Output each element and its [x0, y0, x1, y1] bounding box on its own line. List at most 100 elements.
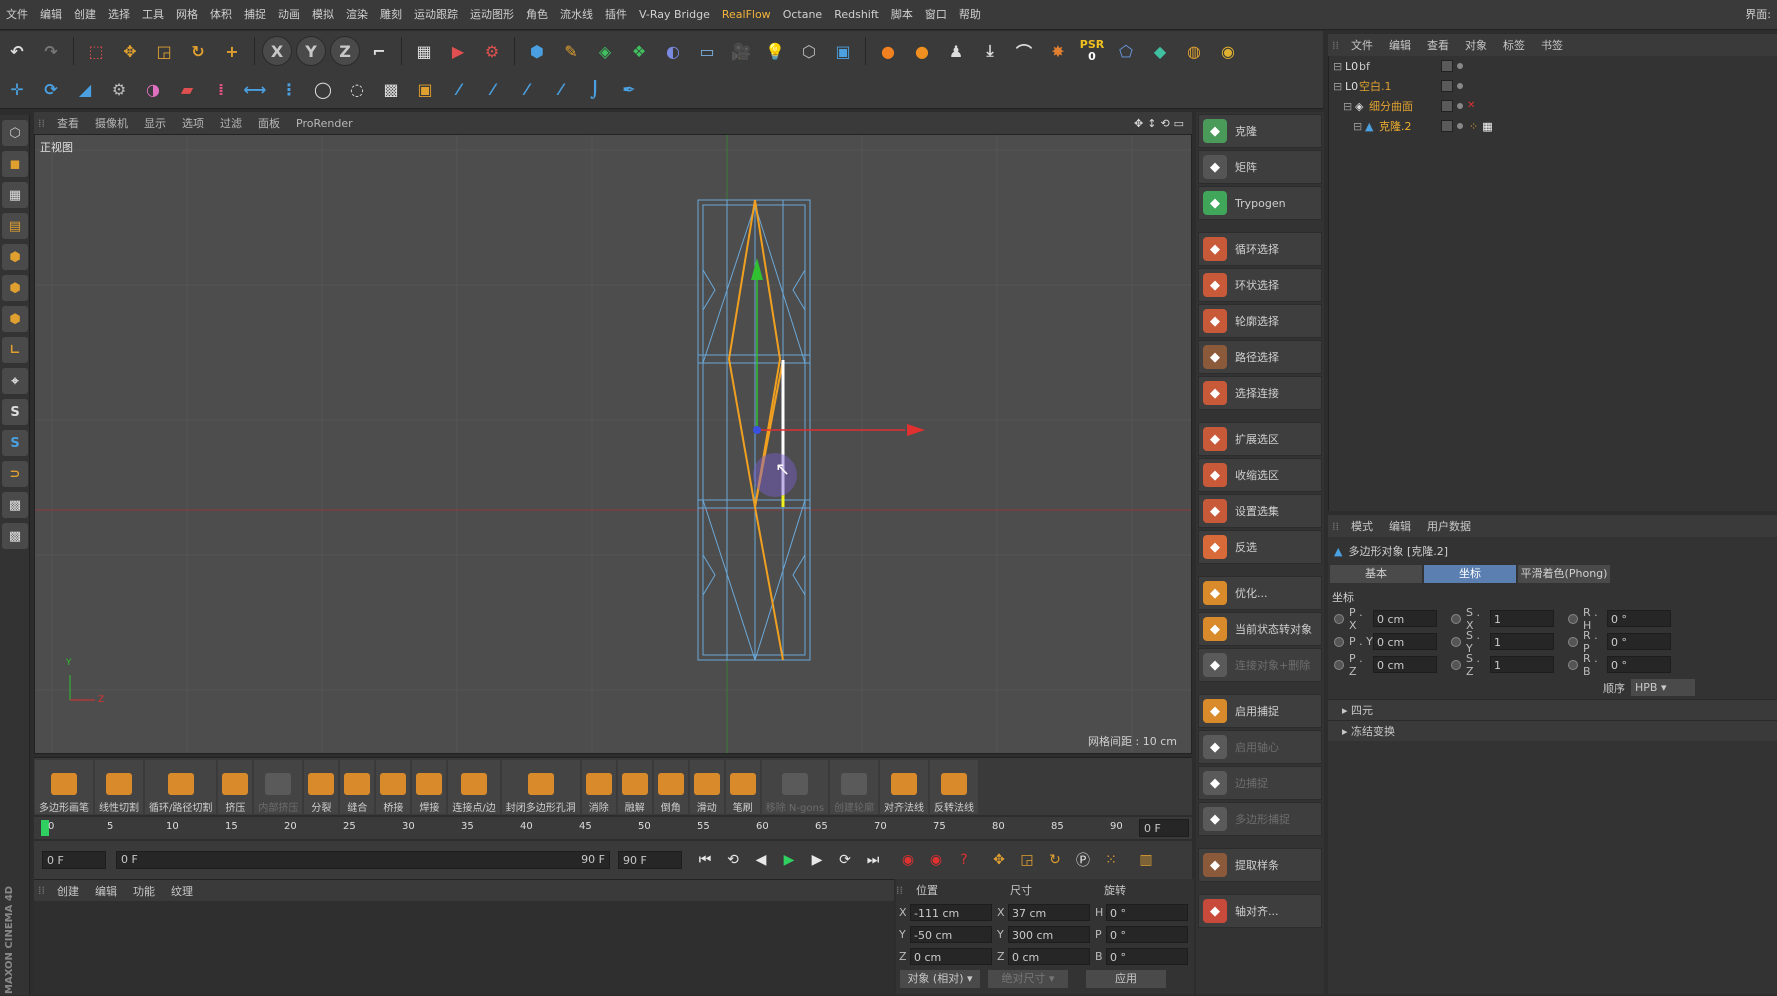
modeling-button[interactable]: 移除 N-gons — [761, 759, 829, 814]
rotate-view-icon[interactable]: ⟲ — [1160, 117, 1169, 130]
size-mode-dropdown[interactable]: 绝对尺寸 ▾ — [988, 970, 1068, 988]
animate-radio[interactable] — [1334, 659, 1344, 670]
current-frame-field[interactable]: 0 F — [1139, 819, 1189, 837]
modeling-button[interactable]: 内部挤压 — [254, 759, 303, 814]
modeling-button[interactable]: 循环/路径切割 — [145, 759, 217, 814]
bevel-object-icon[interactable]: ▰ — [172, 75, 202, 105]
move-icon[interactable]: ✥ — [115, 36, 145, 66]
psr-reset-button[interactable]: PSR 0 — [1077, 36, 1107, 66]
apply-button[interactable]: 应用 — [1086, 970, 1166, 988]
checker-tag-icon[interactable]: ▦ — [1482, 120, 1492, 133]
visibility-toggles[interactable]: ✕ — [1441, 100, 1475, 112]
disabled-x-icon[interactable]: ✕ — [1467, 100, 1475, 112]
menu-item[interactable]: V-Ray Bridge — [633, 0, 716, 30]
coord-value-input[interactable]: 0 ° — [1607, 610, 1671, 627]
editor-render-toggle[interactable] — [1441, 120, 1453, 132]
undo-icon[interactable]: ↶ — [2, 36, 32, 66]
key-scale-icon[interactable]: ◲ — [1016, 849, 1038, 871]
recent-tool-icon[interactable]: + — [217, 36, 247, 66]
om-menu-item[interactable]: 书签 — [1533, 37, 1571, 53]
key-position-icon[interactable]: ✥ — [988, 849, 1010, 871]
material-manager[interactable] — [34, 901, 894, 994]
toggle-view-icon[interactable]: ▭ — [1174, 117, 1184, 130]
tool-button[interactable]: ◆ 路径选择 — [1198, 340, 1322, 374]
record-icon[interactable]: ◉ — [897, 849, 919, 871]
animate-radio[interactable] — [1334, 613, 1344, 624]
visibility-dot[interactable] — [1457, 103, 1463, 109]
menu-item[interactable]: 脚本 — [885, 0, 919, 30]
visibility-dot[interactable] — [1457, 123, 1463, 129]
menu-item[interactable]: 编辑 — [34, 0, 68, 30]
tweak-mode-icon[interactable]: ⌖ — [2, 368, 28, 394]
animate-radio[interactable] — [1568, 659, 1578, 670]
menu-item[interactable]: 选择 — [102, 0, 136, 30]
visibility-toggles[interactable] — [1441, 60, 1463, 72]
sculpt-smooth-icon[interactable]: ◌ — [342, 75, 372, 105]
animate-radio[interactable] — [1568, 636, 1578, 647]
grid-tool-icon[interactable]: ▩ — [376, 75, 406, 105]
material-menu-item[interactable]: 功能 — [125, 883, 163, 899]
layout-label[interactable]: 界面: — [1745, 0, 1771, 30]
coord-value-input[interactable]: 0 cm — [1373, 610, 1437, 627]
tool-button[interactable]: ◆ 启用轴心 — [1198, 730, 1322, 764]
menu-item[interactable]: 捕捉 — [238, 0, 272, 30]
scale-icon[interactable]: ◲ — [149, 36, 179, 66]
light-icon[interactable]: 💡 — [760, 36, 790, 66]
cube-icon[interactable]: ⬢ — [522, 36, 552, 66]
modeling-button[interactable]: 连接点/边 — [448, 759, 500, 814]
menu-item[interactable]: 工具 — [136, 0, 170, 30]
viewport-menu-item[interactable]: 摄像机 — [87, 115, 136, 131]
coord-manager-input[interactable]: -111 cm — [910, 903, 992, 921]
plugin-sphere-icon[interactable]: ◍ — [1179, 36, 1209, 66]
coord-manager-input[interactable]: -50 cm — [910, 925, 992, 943]
tool-button[interactable]: ◆ 轮廓选择 — [1198, 304, 1322, 338]
tool-button[interactable]: ◆ 矩阵 — [1198, 150, 1322, 184]
modeling-button[interactable]: 分裂 — [304, 759, 339, 814]
modeling-button[interactable]: 对齐法线 — [880, 759, 929, 814]
viewport-menu-item[interactable]: 过滤 — [212, 115, 250, 131]
om-menu-item[interactable]: 编辑 — [1381, 37, 1419, 53]
keyframe-help-icon[interactable]: ? — [953, 849, 975, 871]
gizmo-center[interactable] — [753, 426, 761, 434]
tool-button[interactable]: ◆ 启用捕捉 — [1198, 694, 1322, 728]
end-frame-field[interactable]: 90 F — [618, 851, 682, 869]
menu-item[interactable]: 渲染 — [340, 0, 374, 30]
hook-icon[interactable]: ⌡ — [580, 75, 610, 105]
coord-value-input[interactable]: 0 cm — [1373, 633, 1437, 650]
snap-icon[interactable]: ⊃ — [2, 461, 28, 487]
tool-button[interactable]: ◆ 多边形捕捉 — [1198, 802, 1322, 836]
move-tool-icon[interactable]: ✛ — [2, 75, 32, 105]
brush-2-icon[interactable]: ⁄ — [478, 75, 508, 105]
material-sphere-2-icon[interactable]: ● — [907, 36, 937, 66]
coordinate-system-icon[interactable]: ⌐ — [364, 36, 394, 66]
polygons-mode-icon[interactable]: ⬢ — [2, 306, 28, 332]
material-menu-item[interactable]: 纹理 — [163, 883, 201, 899]
timeline-scheme-icon[interactable]: ▥ — [1135, 849, 1157, 871]
octane-live-viewer-icon[interactable]: ▣ — [828, 36, 858, 66]
coord-manager-input[interactable]: 300 cm — [1008, 925, 1090, 943]
rotate-icon[interactable]: ↻ — [183, 36, 213, 66]
bend-icon[interactable]: ⌒ — [1009, 36, 1039, 66]
go-to-end-icon[interactable]: ⏭ — [862, 849, 884, 871]
animate-radio[interactable] — [1334, 636, 1344, 647]
material-menu-item[interactable]: 创建 — [49, 883, 87, 899]
coord-manager-input[interactable]: 0 cm — [910, 947, 992, 965]
coord-value-input[interactable]: 1 — [1490, 656, 1554, 673]
tool-button[interactable]: ◆ 收缩选区 — [1198, 458, 1322, 492]
camera-icon[interactable]: 🎥 — [726, 36, 756, 66]
attr-tab[interactable]: 坐标 — [1424, 565, 1516, 583]
viewport-menu-item[interactable]: ProRender — [288, 117, 361, 130]
expand-icon[interactable]: ⊟ — [1353, 120, 1365, 133]
plugin-ball-icon[interactable]: ◉ — [1213, 36, 1243, 66]
y-axis-arrow[interactable] — [751, 258, 763, 280]
workplane-icon[interactable]: ▤ — [2, 213, 28, 239]
tool-button[interactable]: ◆ 选择连接 — [1198, 376, 1322, 410]
modeling-button[interactable]: 消除 — [581, 759, 616, 814]
box-tool-icon[interactable]: ▣ — [410, 75, 440, 105]
viewport-menu-item[interactable]: 选项 — [174, 115, 212, 131]
tool-button[interactable]: ◆ 优化... — [1198, 576, 1322, 610]
tool-button[interactable]: ◆ 克隆 — [1198, 114, 1322, 148]
coord-value-input[interactable]: 1 — [1490, 633, 1554, 650]
viewport[interactable]: ↖ 正视图 Y Z 网格间距 : 10 cm — [34, 134, 1192, 754]
tool-button[interactable]: ◆ 循环选择 — [1198, 232, 1322, 266]
